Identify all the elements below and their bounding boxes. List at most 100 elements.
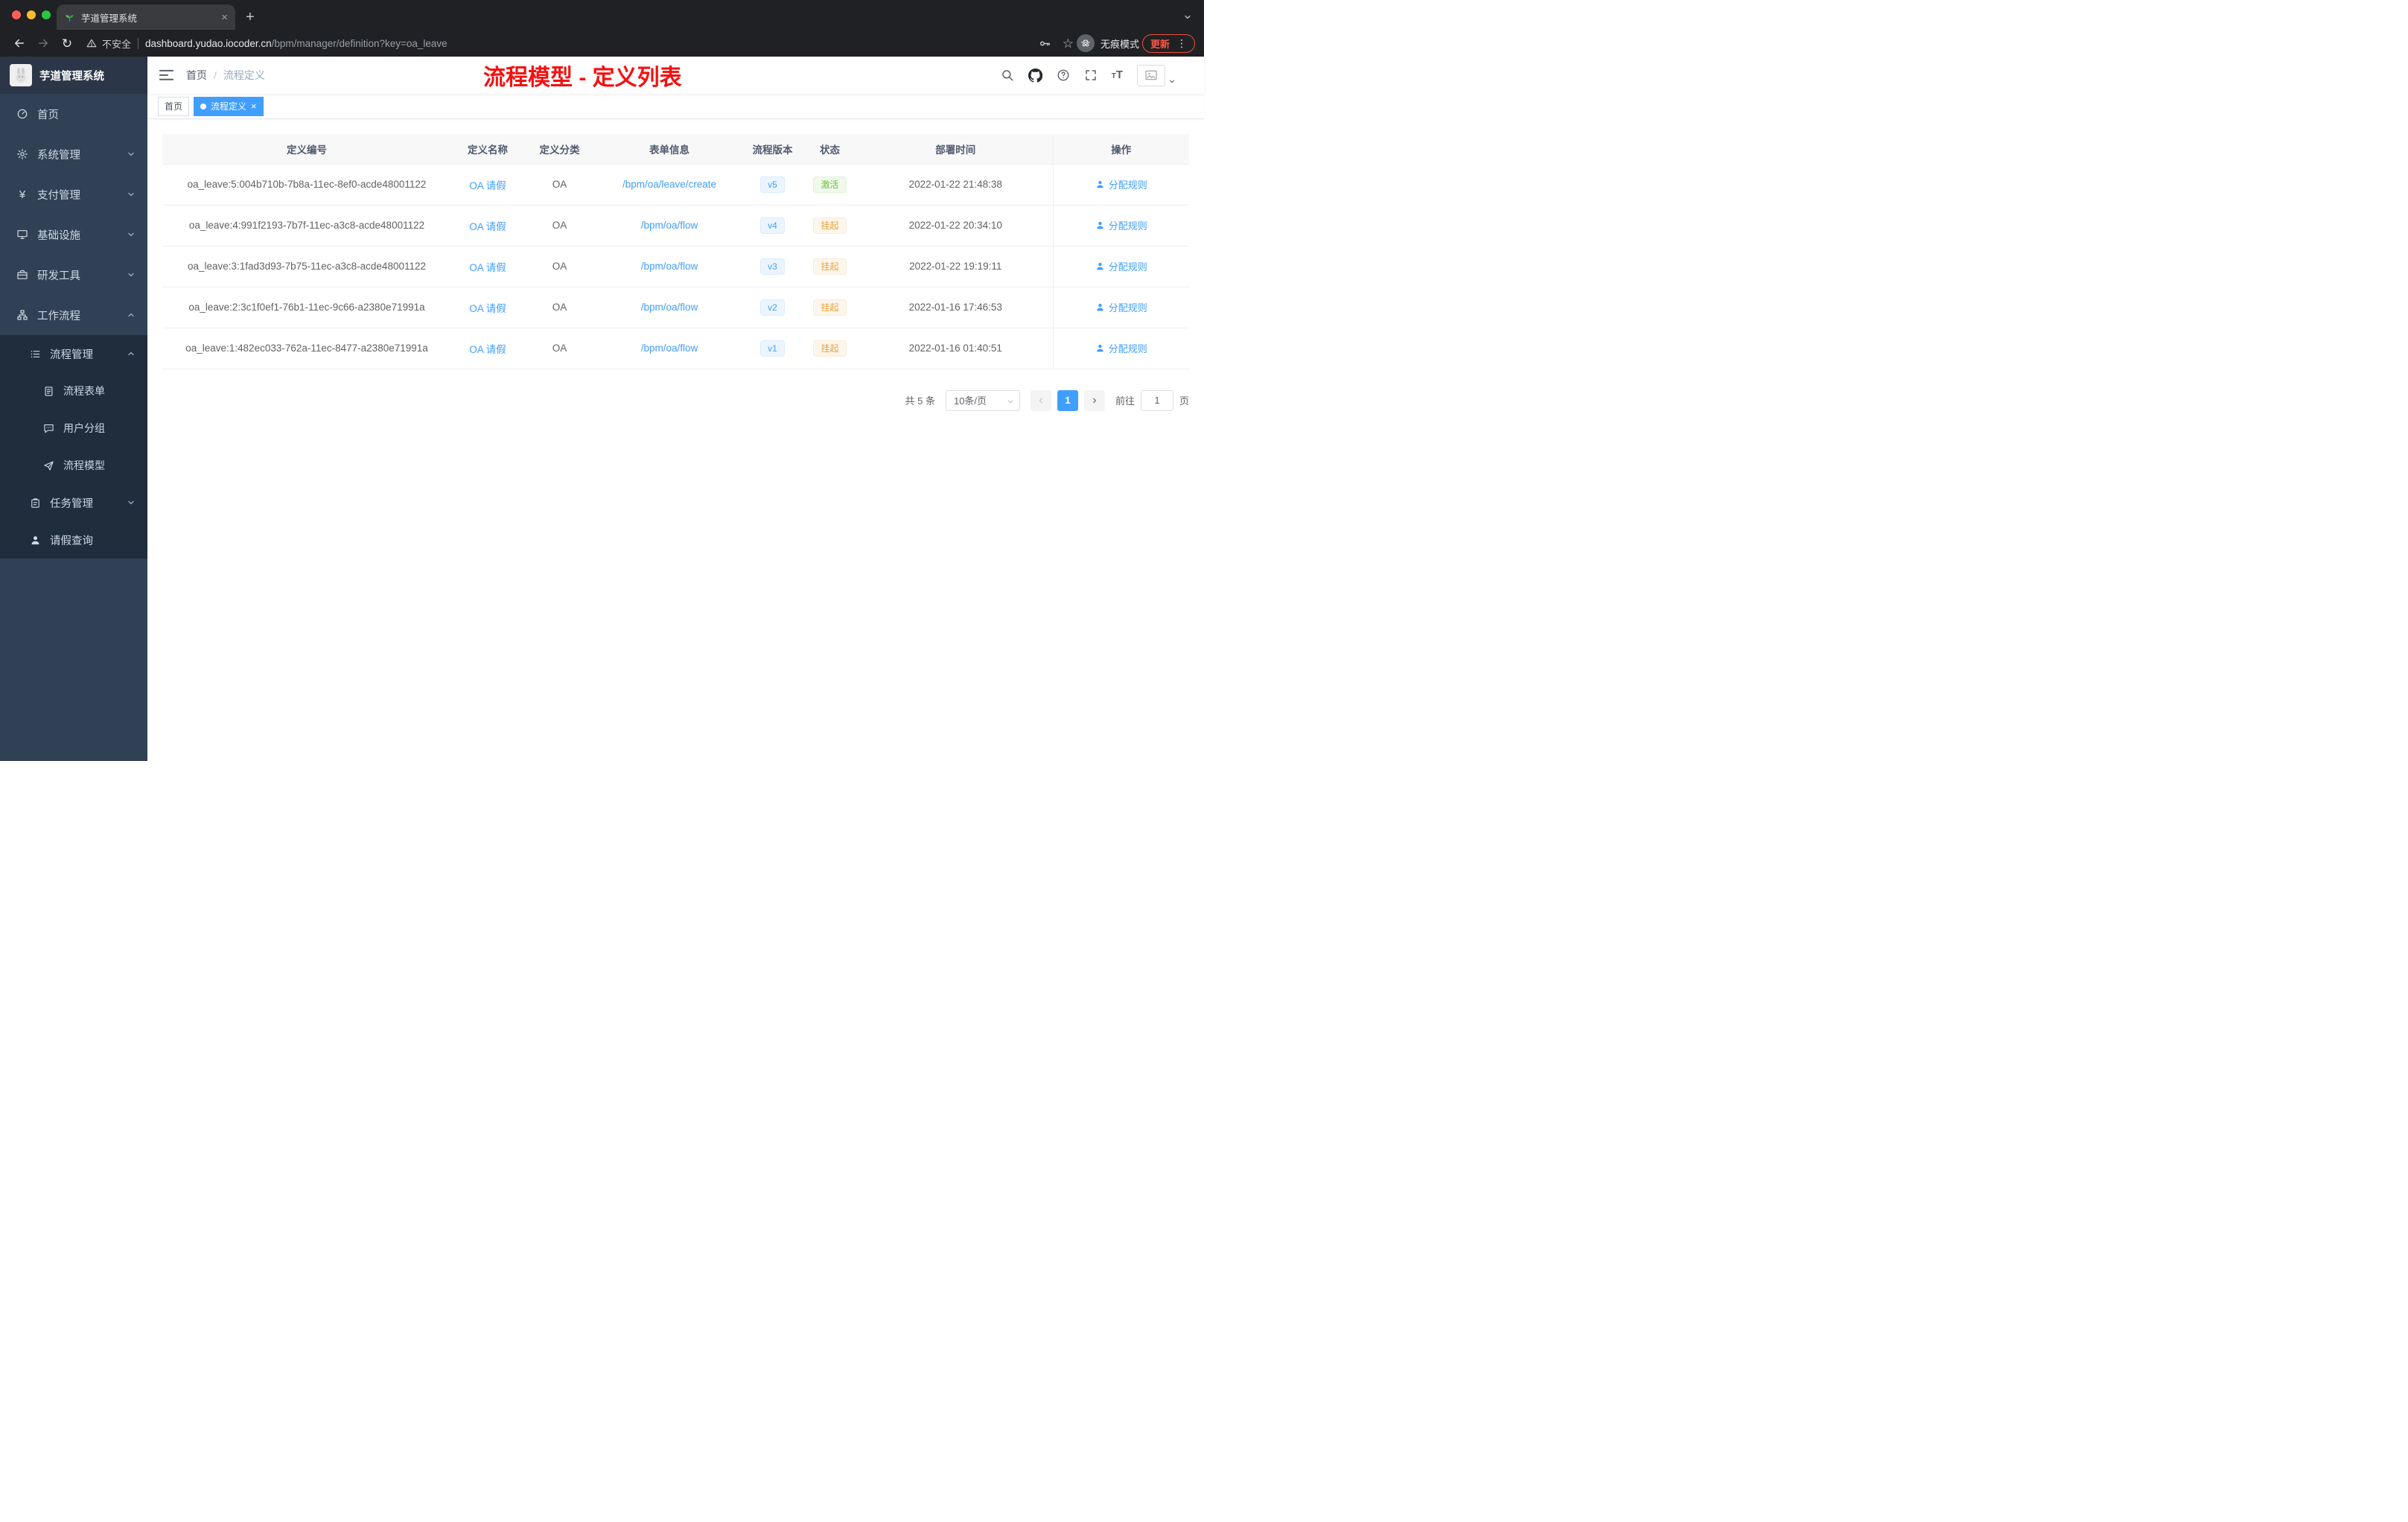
table-row: oa_leave:3:1fad3d93-7b75-11ec-a3c8-acde4… [162,246,1189,287]
sidebar-item-infrastructure[interactable]: 基础设施 [0,214,147,255]
workflow-icon [17,310,28,320]
cell-definition-id: oa_leave:1:482ec033-762a-11ec-8477-a2380… [162,328,451,369]
monitor-icon [17,230,28,239]
browser-tab[interactable]: 芋道管理系统 × [57,4,235,30]
col-header-deploy-time: 部署时间 [859,134,1053,165]
user-avatar[interactable] [1137,64,1176,86]
prev-page-button[interactable]: ‹ [1030,389,1051,411]
tag-process-definition[interactable]: 流程定义 × [194,96,264,116]
new-tab-button[interactable]: + [246,10,255,25]
sidebar-item-system-mgmt[interactable]: 系统管理 [0,134,147,174]
tag-close-icon[interactable]: × [251,101,257,111]
security-indicator[interactable]: 不安全 [86,36,131,51]
status-badge: 挂起 [813,340,847,357]
update-label: 更新 [1150,38,1170,50]
assign-rule-button[interactable]: 分配规则 [1095,300,1147,314]
sidebar-item-workflow[interactable]: 工作流程 [0,295,147,335]
annotation-text: 流程模型 - 定义列表 [483,66,682,90]
chevron-down-icon [1007,400,1013,404]
assign-rule-button[interactable]: 分配规则 [1095,259,1147,273]
status-badge: 挂起 [813,258,847,275]
assign-rule-label: 分配规则 [1108,220,1147,232]
hamburger-icon[interactable] [159,69,173,81]
definition-name-link[interactable]: OA 请假 [469,303,506,314]
app-logo[interactable]: 芋道管理系统 [0,57,147,94]
cell-category: OA [524,205,595,246]
form-info-link[interactable]: /bpm/oa/flow [641,343,698,354]
incognito-indicator: 无痕模式 [1076,34,1139,52]
sidebar-item-label: 基础设施 [37,229,80,242]
next-page-button[interactable]: › [1083,389,1105,411]
user-icon [1096,221,1103,229]
sidebar-item-process-form[interactable]: 流程表单 [0,372,147,410]
search-icon[interactable] [1001,69,1014,82]
goto-page-input[interactable] [1140,389,1173,411]
form-info-link[interactable]: /bpm/oa/flow [641,261,698,272]
clipboard-icon [31,497,39,508]
browser-menu-icon[interactable]: ⋮ [1176,37,1187,50]
back-icon[interactable] [9,34,30,53]
address-field[interactable]: 不安全 dashboard.yudao.iocoder.cn/bpm/manag… [86,36,1074,51]
status-badge: 挂起 [813,299,847,316]
cell-definition-id: oa_leave:4:991f2193-7b7f-11ec-a3c8-acde4… [162,205,451,246]
sidebar-item-user-group[interactable]: 用户分组 [0,410,147,447]
tab-favicon [66,14,74,22]
tab-search-chevron-icon[interactable] [1183,13,1192,22]
browser-window: 芋道管理系统 × + ↻ 不安全 dashboard.yudao.iocoder… [0,0,1204,57]
cell-definition-id: oa_leave:5:004b710b-7b8a-11ec-8ef0-acde4… [162,164,451,206]
tab-close-icon[interactable]: × [221,12,228,23]
assign-rule-button[interactable]: 分配规则 [1095,341,1147,355]
definition-name-link[interactable]: OA 请假 [469,221,506,232]
cell-deploy-time: 2022-01-16 01:40:51 [859,328,1053,369]
github-icon[interactable] [1028,68,1042,83]
forward-icon[interactable] [33,34,54,53]
page-1-button[interactable]: 1 [1057,389,1078,411]
security-label: 不安全 [102,38,132,50]
font-size-icon[interactable]: TT [1112,69,1123,81]
fullscreen-icon[interactable] [1084,69,1098,82]
password-key-icon[interactable] [1039,37,1051,50]
breadcrumb-home[interactable]: 首页 [186,68,207,83]
tab-strip: 芋道管理系统 × + [0,0,1204,30]
version-badge: v5 [760,176,785,193]
sidebar-item-process-mgmt[interactable]: 流程管理 [0,335,147,372]
col-header-form-info: 表单信息 [595,134,744,165]
logo-avatar [10,64,32,86]
user-icon [31,535,39,544]
version-badge: v3 [760,258,785,275]
sidebar-item-task-mgmt[interactable]: 任务管理 [0,484,147,521]
sidebar-item-leave-query[interactable]: 请假查询 [0,521,147,558]
sidebar-item-dev-tools[interactable]: 研发工具 [0,255,147,295]
window-zoom-button[interactable] [42,10,51,19]
cell-definition-id: oa_leave:3:1fad3d93-7b75-11ec-a3c8-acde4… [162,246,451,287]
cell-definition-name: OA 请假 [451,164,524,206]
url-text: dashboard.yudao.iocoder.cn/bpm/manager/d… [145,38,447,49]
tag-home[interactable]: 首页 [158,96,190,116]
sidebar-item-home[interactable]: 首页 [0,94,147,134]
assign-rule-button[interactable]: 分配规则 [1095,177,1147,191]
definition-name-link[interactable]: OA 请假 [469,180,506,191]
top-navbar: 首页 / 流程定义 流程模型 - 定义列表 TT [147,57,1204,94]
form-info-link[interactable]: /bpm/oa/leave/create [622,179,716,190]
sidebar-item-process-model[interactable]: 流程模型 [0,447,147,484]
tab-title: 芋道管理系统 [81,13,138,24]
window-minimize-button[interactable] [27,10,36,19]
cell-deploy-time: 2022-01-22 20:34:10 [859,205,1053,246]
sidebar-item-label: 支付管理 [37,189,80,202]
form-info-link[interactable]: /bpm/oa/flow [641,302,698,313]
form-info-link[interactable]: /bpm/oa/flow [641,220,698,231]
help-icon[interactable] [1057,69,1070,82]
sidebar-item-payment-mgmt[interactable]: ¥ 支付管理 [0,174,147,214]
bookmark-star-icon[interactable]: ☆ [1063,37,1074,50]
definition-name-link[interactable]: OA 请假 [469,262,506,273]
definition-name-link[interactable]: OA 请假 [469,344,506,355]
browser-update-button[interactable]: 更新 ⋮ [1141,34,1195,53]
reload-icon[interactable]: ↻ [57,34,77,53]
window-close-button[interactable] [12,10,21,19]
status-badge: 激活 [813,176,847,193]
assign-rule-button[interactable]: 分配规则 [1095,218,1147,232]
assign-rule-label: 分配规则 [1108,343,1147,354]
page-size-select[interactable]: 10条/页 [945,389,1020,411]
assign-rule-label: 分配规则 [1108,302,1147,313]
document-icon [45,386,53,396]
